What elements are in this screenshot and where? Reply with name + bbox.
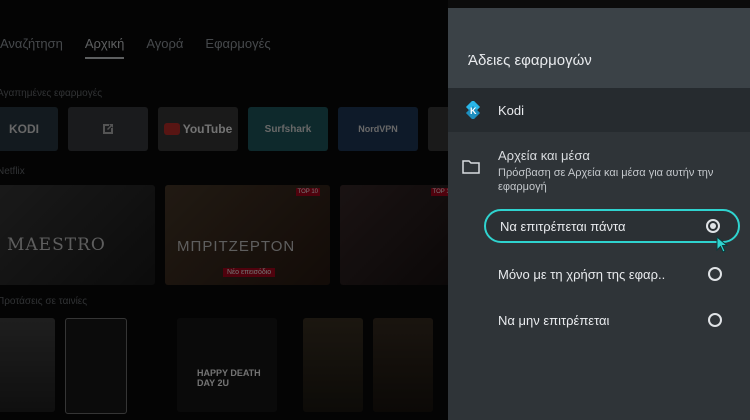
poster-card[interactable]: MAESTRO bbox=[0, 185, 155, 285]
app-name: Kodi bbox=[498, 102, 525, 118]
netflix-row: MAESTRO TOP 10 ΜΠΡΙΤΖΕΡΤΟΝ Νέο επεισόδιο… bbox=[0, 185, 465, 285]
new-episode-badge: Νέο επεισόδιο bbox=[223, 268, 276, 277]
youtube-icon bbox=[163, 123, 180, 135]
app-row-kodi: K Kodi bbox=[448, 88, 750, 132]
row-label-netflix: Netflix bbox=[0, 166, 25, 177]
permission-title: Αρχεία και μέσα bbox=[498, 148, 590, 163]
folder-icon bbox=[462, 160, 480, 174]
movie-poster[interactable] bbox=[373, 318, 433, 412]
panel-header: Άδειες εφαρμογών bbox=[448, 8, 750, 88]
option-label: Να μην επιτρέπεται bbox=[498, 312, 610, 328]
mouse-pointer-icon bbox=[716, 236, 729, 253]
movies-row: HAPPY DEATH DAY 2U bbox=[0, 318, 433, 414]
movie-poster[interactable] bbox=[0, 318, 55, 412]
app-tile-surfshark[interactable]: Surfshark bbox=[248, 107, 328, 151]
nav-store[interactable]: Αγορά bbox=[146, 36, 183, 59]
open-link-icon bbox=[103, 124, 113, 134]
option-allow-always[interactable]: Να επιτρέπεται πάντα bbox=[484, 209, 740, 243]
movie-poster[interactable] bbox=[303, 318, 363, 412]
option-allow-while-using[interactable]: Μόνο με τη χρήση της εφαρ.. bbox=[484, 257, 740, 291]
option-label: Μόνο με τη χρήση της εφαρ.. bbox=[498, 266, 666, 282]
nav-home[interactable]: Αρχική bbox=[84, 36, 125, 59]
app-permissions-panel: Άδειες εφαρμογών K Kodi Αρχεία και μέσα … bbox=[448, 8, 750, 420]
poster-card[interactable]: TOP 10 ΜΠΡΙΤΖΕΡΤΟΝ Νέο επεισόδιο bbox=[165, 185, 330, 285]
radio-icon bbox=[708, 313, 722, 327]
radio-icon bbox=[708, 267, 722, 281]
app-tile-open-link[interactable] bbox=[68, 107, 148, 151]
poster-title: MAESTRO bbox=[7, 235, 106, 255]
row-label-apps: Αγαπημένες εφαρμογές bbox=[0, 88, 103, 99]
poster-title: ΜΠΡΙΤΖΕΡΤΟΝ bbox=[177, 238, 296, 255]
app-tile-nordvpn[interactable]: NordVPN bbox=[338, 107, 418, 151]
movie-poster[interactable] bbox=[65, 318, 127, 414]
poster-card[interactable]: TOP 10 bbox=[340, 185, 465, 285]
app-tile-kodi[interactable]: KODI bbox=[0, 107, 58, 151]
favorite-apps-row: KODI YouTube Surfshark NordVPN bbox=[0, 107, 478, 151]
top-nav: Αναζήτηση Αρχική Αγορά Εφαρμογές bbox=[0, 36, 271, 59]
movie-poster[interactable]: HAPPY DEATH DAY 2U bbox=[177, 318, 277, 412]
nav-search[interactable]: Αναζήτηση bbox=[0, 36, 63, 59]
svg-text:K: K bbox=[470, 106, 477, 116]
nav-apps[interactable]: Εφαρμογές bbox=[205, 36, 270, 59]
permission-description: Πρόσβαση σε Αρχεία και μέσα για αυτήν τη… bbox=[498, 167, 714, 193]
option-deny[interactable]: Να μην επιτρέπεται bbox=[484, 303, 740, 337]
panel-title: Άδειες εφαρμογών bbox=[468, 52, 592, 69]
radio-selected-icon bbox=[706, 219, 720, 233]
app-tile-youtube[interactable]: YouTube bbox=[158, 107, 238, 151]
youtube-label: YouTube bbox=[182, 122, 233, 136]
kodi-icon: K bbox=[465, 101, 481, 119]
option-label: Να επιτρέπεται πάντα bbox=[500, 218, 626, 234]
movie-title: HAPPY DEATH DAY 2U bbox=[197, 368, 261, 388]
row-label-movies: Προτάσεις σε ταινίες bbox=[0, 296, 88, 307]
top10-badge: TOP 10 bbox=[295, 188, 320, 196]
